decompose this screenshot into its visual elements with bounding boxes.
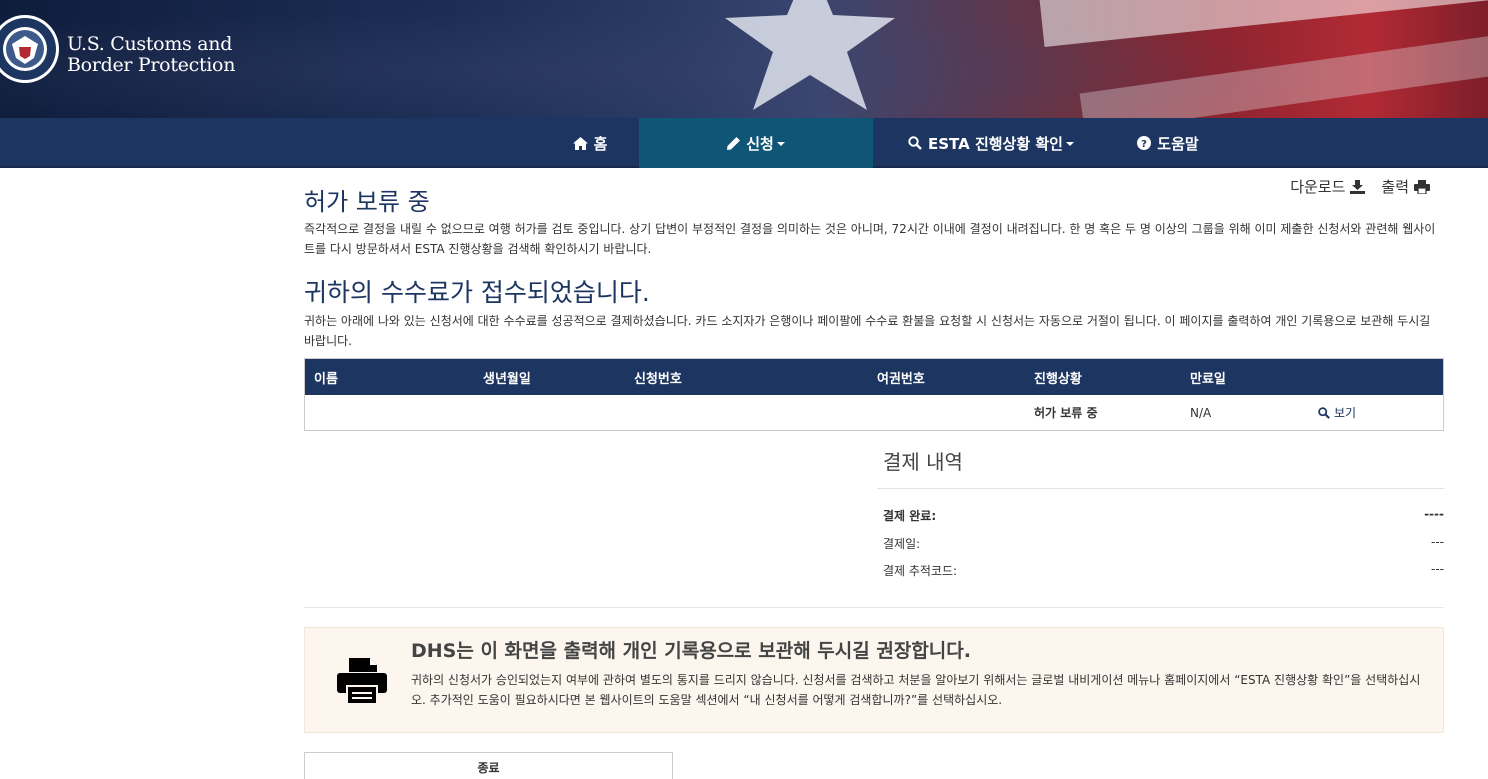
payment-completed-label: 결제 완료: bbox=[883, 509, 937, 523]
row-expiry: N/A bbox=[1190, 405, 1212, 420]
svg-text:?: ? bbox=[1141, 139, 1147, 150]
fee-description: 귀하는 아래에 나와 있는 신청서에 대한 수수료를 성공적으로 결제하셨습니다… bbox=[304, 314, 1431, 348]
row-status: 허가 보류 중 bbox=[1034, 406, 1098, 420]
column-header-app-no: 신청번호 bbox=[634, 371, 682, 387]
nav-item-check-status[interactable]: ESTA 진행상황 확인 bbox=[873, 118, 1109, 168]
column-header-passport: 여권번호 bbox=[877, 371, 925, 387]
main-navbar: 홈 신청 ESTA 진행상황 확인 ? 도움말 bbox=[0, 118, 1488, 168]
column-header-expiry: 만료일 bbox=[1190, 371, 1226, 387]
nav-check-status-label: ESTA 진행상황 확인 bbox=[928, 134, 1063, 153]
payment-date-value: --- bbox=[1431, 535, 1444, 549]
payment-completed-row: 결제 완료: ---- bbox=[883, 507, 1444, 524]
notice-title: DHS는 이 화면을 출력해 개인 기록용으로 보관해 두시길 권장합니다. bbox=[411, 640, 971, 662]
payment-tracking-label: 결제 추적코드: bbox=[883, 564, 958, 578]
nav-item-apply[interactable]: 신청 bbox=[639, 118, 873, 168]
status-description: 즉각적으로 결정을 내릴 수 없으므로 여행 허가를 검토 중입니다. 상기 답… bbox=[304, 222, 1436, 256]
column-header-status: 진행상황 bbox=[1034, 371, 1082, 387]
page-actions: 다운로드 출력 bbox=[1274, 176, 1430, 197]
table-row: 허가 보류 중 N/A 보기 bbox=[305, 395, 1443, 430]
agency-logo-text[interactable]: U.S. Customs and Border Protection bbox=[67, 34, 235, 76]
home-icon bbox=[572, 136, 588, 150]
divider bbox=[877, 488, 1444, 489]
payment-date-row: 결제일: --- bbox=[883, 535, 1444, 552]
notice-text: 귀하의 신청서가 승인되었는지 여부에 관하여 별도의 통지를 드리지 않습니다… bbox=[411, 673, 1421, 707]
view-application-link[interactable]: 보기 bbox=[1318, 395, 1356, 430]
print-icon bbox=[1414, 179, 1430, 194]
divider bbox=[304, 607, 1444, 608]
download-link[interactable]: 다운로드 bbox=[1290, 176, 1366, 197]
payment-date-label: 결제일: bbox=[883, 537, 921, 551]
search-icon bbox=[1318, 406, 1330, 419]
agency-name-line1: U.S. Customs and bbox=[67, 33, 233, 55]
nav-item-home[interactable]: 홈 bbox=[542, 118, 638, 168]
chevron-down-icon bbox=[776, 142, 785, 146]
download-icon bbox=[1350, 179, 1366, 194]
nav-help-label: 도움말 bbox=[1157, 134, 1199, 153]
chevron-down-icon bbox=[1065, 142, 1074, 146]
fee-received-heading: 귀하의 수수료가 접수되었습니다. bbox=[304, 278, 650, 307]
print-recommendation-notice: DHS는 이 화면을 출력해 개인 기록용으로 보관해 두시길 권장합니다. 귀… bbox=[304, 627, 1444, 733]
search-icon bbox=[908, 136, 922, 150]
dhs-seal-icon[interactable] bbox=[0, 14, 60, 84]
view-label: 보기 bbox=[1334, 406, 1357, 420]
nav-apply-label: 신청 bbox=[746, 134, 774, 153]
payment-tracking-row: 결제 추적코드: --- bbox=[883, 562, 1444, 579]
payment-tracking-value: --- bbox=[1431, 562, 1444, 576]
column-header-name: 이름 bbox=[314, 371, 338, 387]
nav-home-label: 홈 bbox=[593, 134, 608, 153]
application-table: 이름 생년월일 신청번호 여권번호 진행상황 만료일 허가 보류 중 N/A 보… bbox=[304, 358, 1444, 431]
page-title: 허가 보류 중 bbox=[304, 188, 430, 216]
print-label: 출력 bbox=[1381, 178, 1409, 196]
payment-completed-value: ---- bbox=[1424, 507, 1444, 521]
nav-item-help[interactable]: ? 도움말 bbox=[1109, 118, 1227, 168]
question-circle-icon: ? bbox=[1137, 136, 1152, 150]
pencil-icon bbox=[727, 136, 741, 150]
table-header: 이름 생년월일 신청번호 여권번호 진행상황 만료일 bbox=[305, 359, 1443, 395]
download-label: 다운로드 bbox=[1290, 178, 1346, 196]
header-banner: U.S. Customs and Border Protection bbox=[0, 0, 1488, 118]
print-link[interactable]: 출력 bbox=[1381, 176, 1430, 197]
close-button[interactable]: 종료 bbox=[304, 752, 673, 779]
payment-details-heading: 결제 내역 bbox=[883, 450, 963, 474]
agency-name-line2: Border Protection bbox=[67, 54, 236, 76]
printer-icon bbox=[337, 658, 387, 704]
flag-star-image bbox=[725, 0, 895, 110]
column-header-dob: 생년월일 bbox=[483, 371, 531, 387]
